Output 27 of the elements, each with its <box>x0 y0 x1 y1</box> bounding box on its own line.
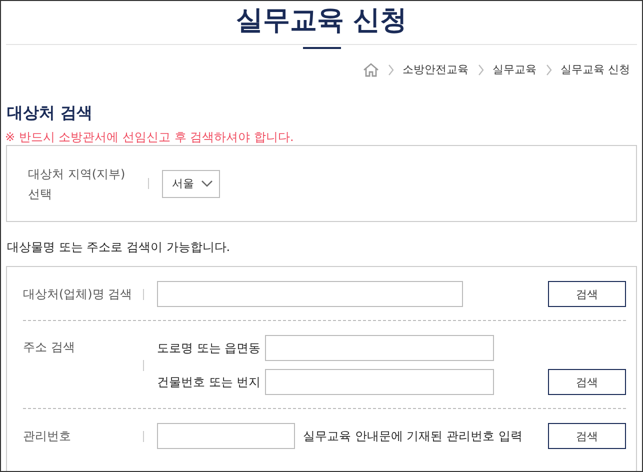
chevron-icon <box>546 64 552 76</box>
breadcrumb-link[interactable]: 실무교육 신청 <box>560 62 630 77</box>
field-label: 건물번호 또는 번지 <box>157 374 257 390</box>
chevron-icon <box>388 64 394 76</box>
field-label: 관리번호 <box>23 428 72 445</box>
input-field[interactable] <box>265 369 494 395</box>
input-field[interactable] <box>157 281 463 307</box>
breadcrumb-link[interactable]: 소방안전교육 <box>402 62 468 77</box>
section-title: 대상처 검색 <box>7 103 94 123</box>
page-title: 실무교육 신청 <box>236 4 408 38</box>
input-field[interactable] <box>157 423 295 449</box>
field-label: 주소 검색 <box>23 339 76 356</box>
home-icon[interactable] <box>362 62 378 76</box>
search-button[interactable]: 검색 <box>548 281 626 307</box>
search-button[interactable]: 검색 <box>548 369 626 395</box>
field-label: 대상처(업체)명 검색 <box>23 286 134 303</box>
breadcrumb-link[interactable]: 실무교육 <box>492 62 536 77</box>
search-button[interactable]: 검색 <box>548 423 626 449</box>
field-label: 대상처 지역(지부) 선택 <box>28 166 126 202</box>
notice-text: ※ 반드시 소방관서에 선임신고 후 검색하셔야 합니다. <box>5 129 295 145</box>
info-text: 대상물명 또는 주소로 검색이 가능합니다. <box>7 239 232 255</box>
chevron-icon <box>478 64 484 76</box>
region-select[interactable]: 서울 <box>162 170 220 198</box>
input-field[interactable] <box>265 335 494 361</box>
title-underline <box>302 47 340 49</box>
caret-icon <box>201 180 213 187</box>
hint-text: 실무교육 안내문에 기재된 관리번호 입력 <box>303 428 522 444</box>
